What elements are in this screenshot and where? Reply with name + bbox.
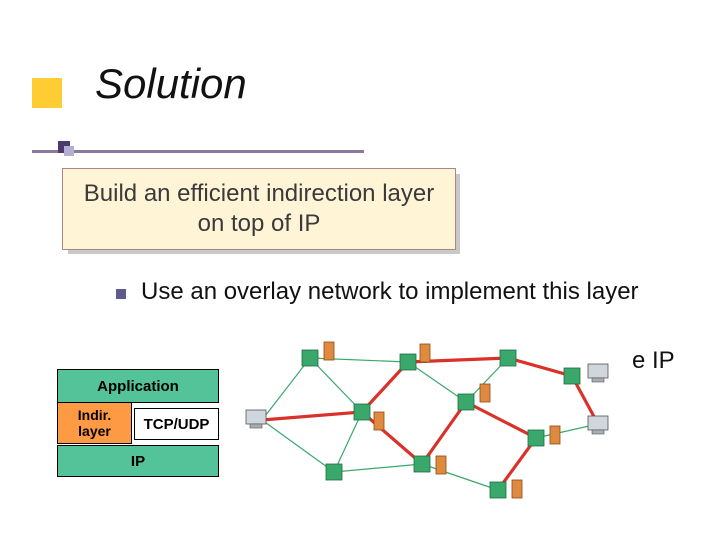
callout-line2: on top of IP (198, 210, 321, 237)
callout-line1: Build an efficient indirection layer (84, 180, 434, 207)
stack-indirection: Indir. layer (57, 402, 132, 444)
bullet-text: Use an overlay network to implement this… (141, 277, 661, 307)
overlay-network-diagram (236, 340, 628, 500)
callout-box: Build an efficient indirection layer on … (62, 168, 456, 250)
protocol-stack: Application Indir. layer TCP/UDP IP (57, 369, 217, 475)
router-nodes (302, 350, 580, 498)
stray-text: e IP (632, 347, 675, 375)
stack-ip: IP (57, 445, 219, 477)
bullet-icon (116, 289, 126, 299)
callout-text: Build an efficient indirection layer on … (84, 179, 434, 239)
yellow-square-icon (32, 78, 62, 108)
underline-icon (32, 150, 364, 153)
slide-title: Solution (95, 60, 247, 108)
stack-application: Application (57, 369, 219, 403)
small-square-light-icon (64, 146, 74, 156)
stack-tcp-udp: TCP/UDP (134, 408, 219, 440)
